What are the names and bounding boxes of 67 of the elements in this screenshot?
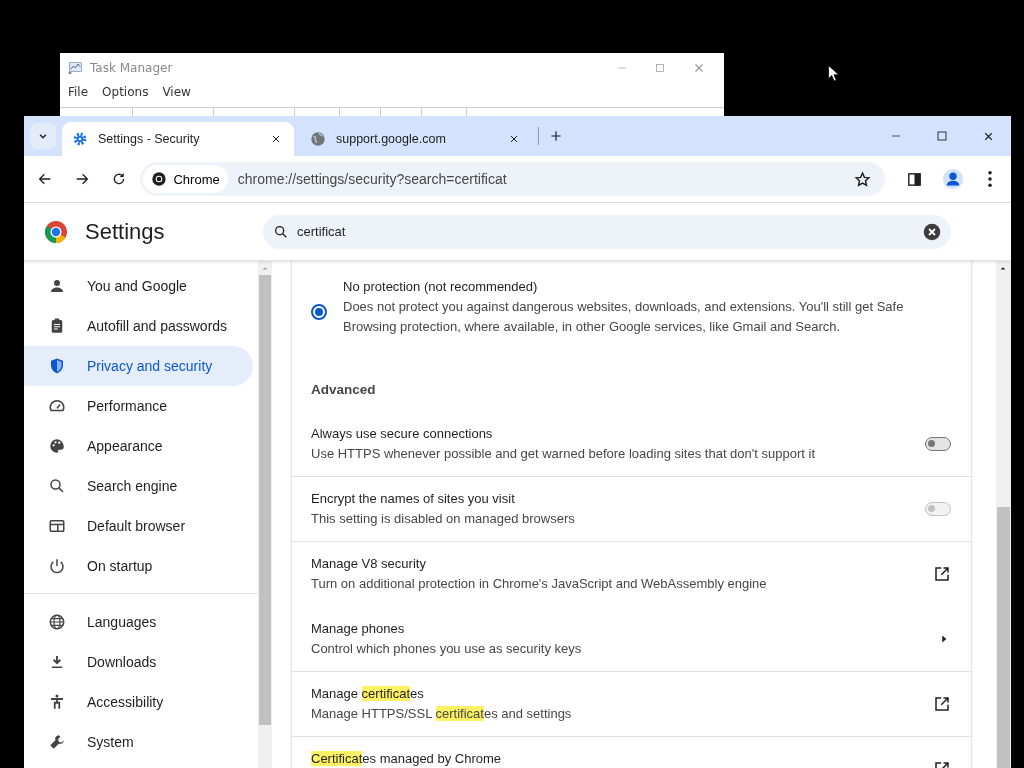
menu-item[interactable]: View — [162, 85, 191, 99]
sidebar-item[interactable]: Languages — [24, 602, 253, 642]
palette-icon — [48, 437, 66, 455]
wrench-icon — [48, 733, 66, 751]
option-title: No protection (not recommended) — [343, 278, 539, 296]
setting-title: Always use secure connections — [311, 424, 494, 443]
setting-description: This setting is disabled on managed browsers — [311, 510, 576, 528]
setting-title: Manage phones — [311, 619, 406, 638]
sidebar-item[interactable]: On startup — [24, 546, 253, 586]
chrome-logo-icon — [44, 219, 68, 244]
scrollbar[interactable] — [258, 261, 272, 768]
external-link-icon — [933, 695, 951, 713]
menu-item[interactable]: Options — [102, 85, 149, 99]
setting-description: Use HTTPS whenever possible and get warned before loading sites that don't support it — [311, 444, 816, 463]
person-icon — [48, 277, 66, 295]
maximize-icon — [654, 61, 666, 74]
scrollbar[interactable] — [996, 261, 1011, 768]
setting-title: Manage V8 security — [311, 555, 427, 573]
sidebar-item[interactable]: System — [24, 722, 253, 762]
sidebar-item[interactable]: Performance — [24, 386, 253, 426]
sidebar-item[interactable]: Default browser — [24, 506, 253, 546]
kebab-menu-icon — [987, 171, 992, 187]
site-info-chip[interactable]: Chrome — [143, 165, 228, 193]
sidebar-item[interactable]: Accessibility — [24, 682, 253, 722]
sidebar-item[interactable]: Privacy and security — [24, 346, 253, 386]
open-external-icon[interactable] — [933, 695, 951, 713]
url-text: chrome://settings/security?search=certificat — [237, 171, 508, 187]
sidebar-item[interactable]: Appearance — [24, 426, 253, 466]
sidebar-item[interactable]: Search engine — [24, 466, 253, 506]
external-link-icon — [933, 565, 951, 583]
monitor-chart-icon — [68, 59, 84, 76]
browser-tab[interactable]: support.google.com — [300, 122, 532, 156]
clear-search-icon — [923, 222, 941, 241]
maximize-icon — [936, 130, 948, 142]
power-icon — [48, 557, 66, 575]
section-heading: Advanced — [311, 382, 376, 397]
sidebar-item[interactable]: Autofill and passwords — [24, 306, 253, 346]
window-title: Task Manager — [90, 60, 174, 75]
setting-title: Manage certificates — [311, 685, 425, 703]
side-panel-icon — [906, 170, 924, 188]
open-external-icon[interactable] — [933, 565, 951, 583]
browser-window-icon — [48, 517, 66, 535]
search-field[interactable]: certificat — [263, 214, 951, 249]
menu-item[interactable]: File — [68, 85, 89, 99]
search-icon — [48, 477, 66, 495]
setting-description: Turn on additional protection in Chrome's JavaScript and WebAssembly engine — [311, 575, 768, 593]
chrome-logo-icon — [151, 171, 168, 187]
address-bar[interactable]: Chrome chrome://settings/security?search=certificat — [140, 162, 886, 196]
plus-icon — [549, 129, 563, 143]
accessibility-icon — [48, 693, 66, 711]
close-icon — [508, 133, 520, 145]
sidebar-item[interactable]: Downloads — [24, 642, 253, 682]
star-icon — [854, 170, 872, 188]
avatar-icon — [941, 168, 964, 190]
setting-description: Control which phones you use as security keys — [311, 639, 583, 658]
radio-button[interactable] — [311, 304, 327, 320]
toggle-switch[interactable] — [925, 436, 951, 451]
close-icon — [270, 133, 282, 145]
browser-tab[interactable]: Settings - Security — [62, 122, 294, 156]
page-title: Settings — [85, 218, 166, 245]
shield-icon — [48, 357, 66, 375]
arrow-right-icon — [74, 171, 91, 187]
setting-title: Encrypt the names of sites you visit — [311, 490, 516, 508]
bookmark-star-icon[interactable] — [854, 170, 872, 188]
option-description: Does not protect you against dangerous websites, downloads, and extensions. You'll still get Safe Browsing protection, where available, in other Google services, like Gmail and Search. — [343, 298, 905, 336]
search-icon — [273, 223, 289, 240]
sidebar-item[interactable]: You and Google — [24, 266, 253, 306]
